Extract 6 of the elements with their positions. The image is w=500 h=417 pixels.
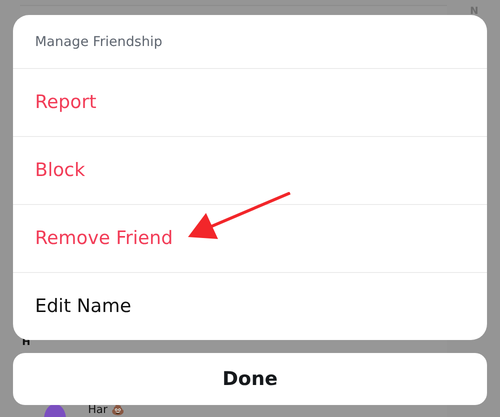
sheet-title: Manage Friendship	[13, 15, 487, 69]
friend-name: Har 💩	[88, 403, 126, 416]
done-button[interactable]: Done	[13, 353, 487, 405]
menu-item[interactable]: Edit Name	[13, 273, 487, 340]
menu-item[interactable]: Report	[13, 69, 487, 137]
menu-item[interactable]: Block	[13, 137, 487, 205]
